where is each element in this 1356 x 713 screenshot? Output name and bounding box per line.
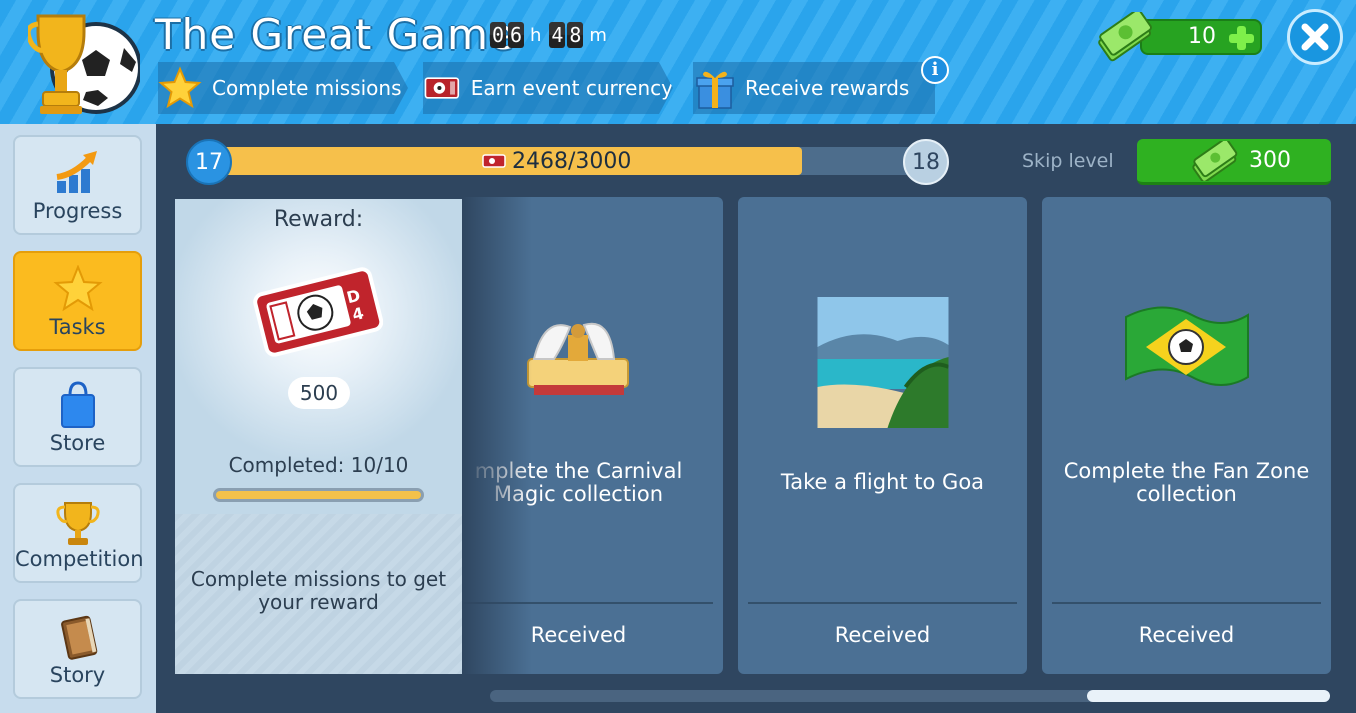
carnival-float-icon [526, 322, 629, 395]
event-ticket-icon: D 4 [253, 267, 383, 357]
add-currency-button[interactable] [1226, 24, 1256, 52]
card-divider [1052, 602, 1321, 604]
level-progress-text: 2468/3000 [512, 148, 632, 174]
info-button[interactable]: i [921, 56, 949, 84]
brazil-flag-icon [1124, 306, 1249, 386]
event-title: The Great Game [155, 10, 516, 59]
mission-title: Take a flight to Goa [780, 470, 985, 494]
card-divider [748, 602, 1017, 604]
book-icon [60, 615, 97, 660]
mission-card[interactable]: Take a flight to Goa Received [738, 197, 1027, 674]
mission-status: Received [834, 623, 931, 647]
star-icon [52, 265, 103, 312]
sidebar-item-progress[interactable]: Progress [13, 135, 142, 235]
mission-title: mplete the Carnival Magic collection [474, 459, 683, 506]
sidebar-item-label: Story [49, 663, 106, 687]
sidebar-item-label: Competition [15, 547, 144, 571]
sidebar-item-label: Tasks [49, 315, 106, 339]
timer-digit: 4 [549, 22, 566, 48]
step-receive-rewards: Receive rewards [693, 62, 935, 114]
carousel-scroll-thumb[interactable] [1087, 690, 1330, 702]
sidebar-item-label: Store [49, 431, 106, 455]
card-divider [462, 602, 713, 604]
reward-title: Reward: [273, 207, 364, 232]
sidebar-item-tasks[interactable]: Tasks [13, 251, 142, 351]
mission-card[interactable]: Complete the Fan Zone collection Receive… [1042, 197, 1331, 674]
step-label: Complete missions [212, 76, 402, 100]
reward-description: Complete missions to get your reward [190, 567, 447, 614]
beach-photo-icon [817, 297, 948, 428]
timer-hours-unit: h [530, 24, 542, 46]
mission-status: Received [530, 623, 627, 647]
level-progress-readout: 2468/3000 [482, 148, 631, 174]
mission-title: Complete the Fan Zone collection [1063, 459, 1310, 506]
current-level-badge: 17 [186, 139, 232, 185]
ticket-icon [482, 154, 506, 168]
cash-icon [1098, 12, 1152, 62]
missions-carousel[interactable]: mplete the Carnival Magic collection Rec… [462, 197, 1342, 677]
skip-level-label: Skip level [1022, 150, 1114, 172]
event-timer: 0 6 h 4 8 m [490, 20, 613, 50]
skip-level-cost: 300 [1249, 148, 1291, 173]
sidebar-item-store[interactable]: Store [13, 367, 142, 467]
star-icon [158, 66, 202, 109]
sidebar-item-story[interactable]: Story [13, 599, 142, 699]
timer-digit: 8 [567, 22, 584, 48]
timer-digit: 0 [490, 22, 506, 48]
sidebar-item-label: Progress [32, 199, 123, 223]
mission-card[interactable]: mplete the Carnival Magic collection Rec… [462, 197, 723, 674]
completed-progress-bar [213, 488, 424, 502]
reward-lower-section: Complete missions to get your reward [175, 514, 462, 674]
growth-chart-icon [56, 151, 97, 193]
sidebar-item-competition[interactable]: Competition [13, 483, 144, 583]
next-level-badge: 18 [903, 139, 949, 185]
ticket-icon [424, 77, 460, 99]
timer-minutes-unit: m [589, 24, 607, 46]
mission-status: Received [1138, 623, 1235, 647]
timer-digit: 6 [508, 22, 524, 48]
completed-count: Completed: 10/10 [228, 453, 409, 477]
shopping-bag-icon [60, 381, 95, 428]
step-label: Earn event currency [470, 76, 673, 100]
close-icon [1301, 23, 1329, 51]
gift-icon [696, 71, 734, 109]
reward-panel: Reward: D 4 500 Completed: 10/10 Complet… [175, 199, 462, 674]
close-button[interactable] [1287, 9, 1343, 65]
skip-level-button[interactable]: 300 [1137, 139, 1331, 185]
reward-amount: 500 [288, 377, 350, 409]
currency-value: 10 [1188, 24, 1216, 49]
step-label: Receive rewards [745, 76, 910, 100]
trophy-ball-logo-icon [28, 14, 140, 114]
step-earn-currency: Earn event currency [423, 62, 673, 114]
trophy-icon [55, 502, 100, 545]
cash-icon [1192, 141, 1238, 181]
step-complete-missions: Complete missions [158, 62, 408, 114]
